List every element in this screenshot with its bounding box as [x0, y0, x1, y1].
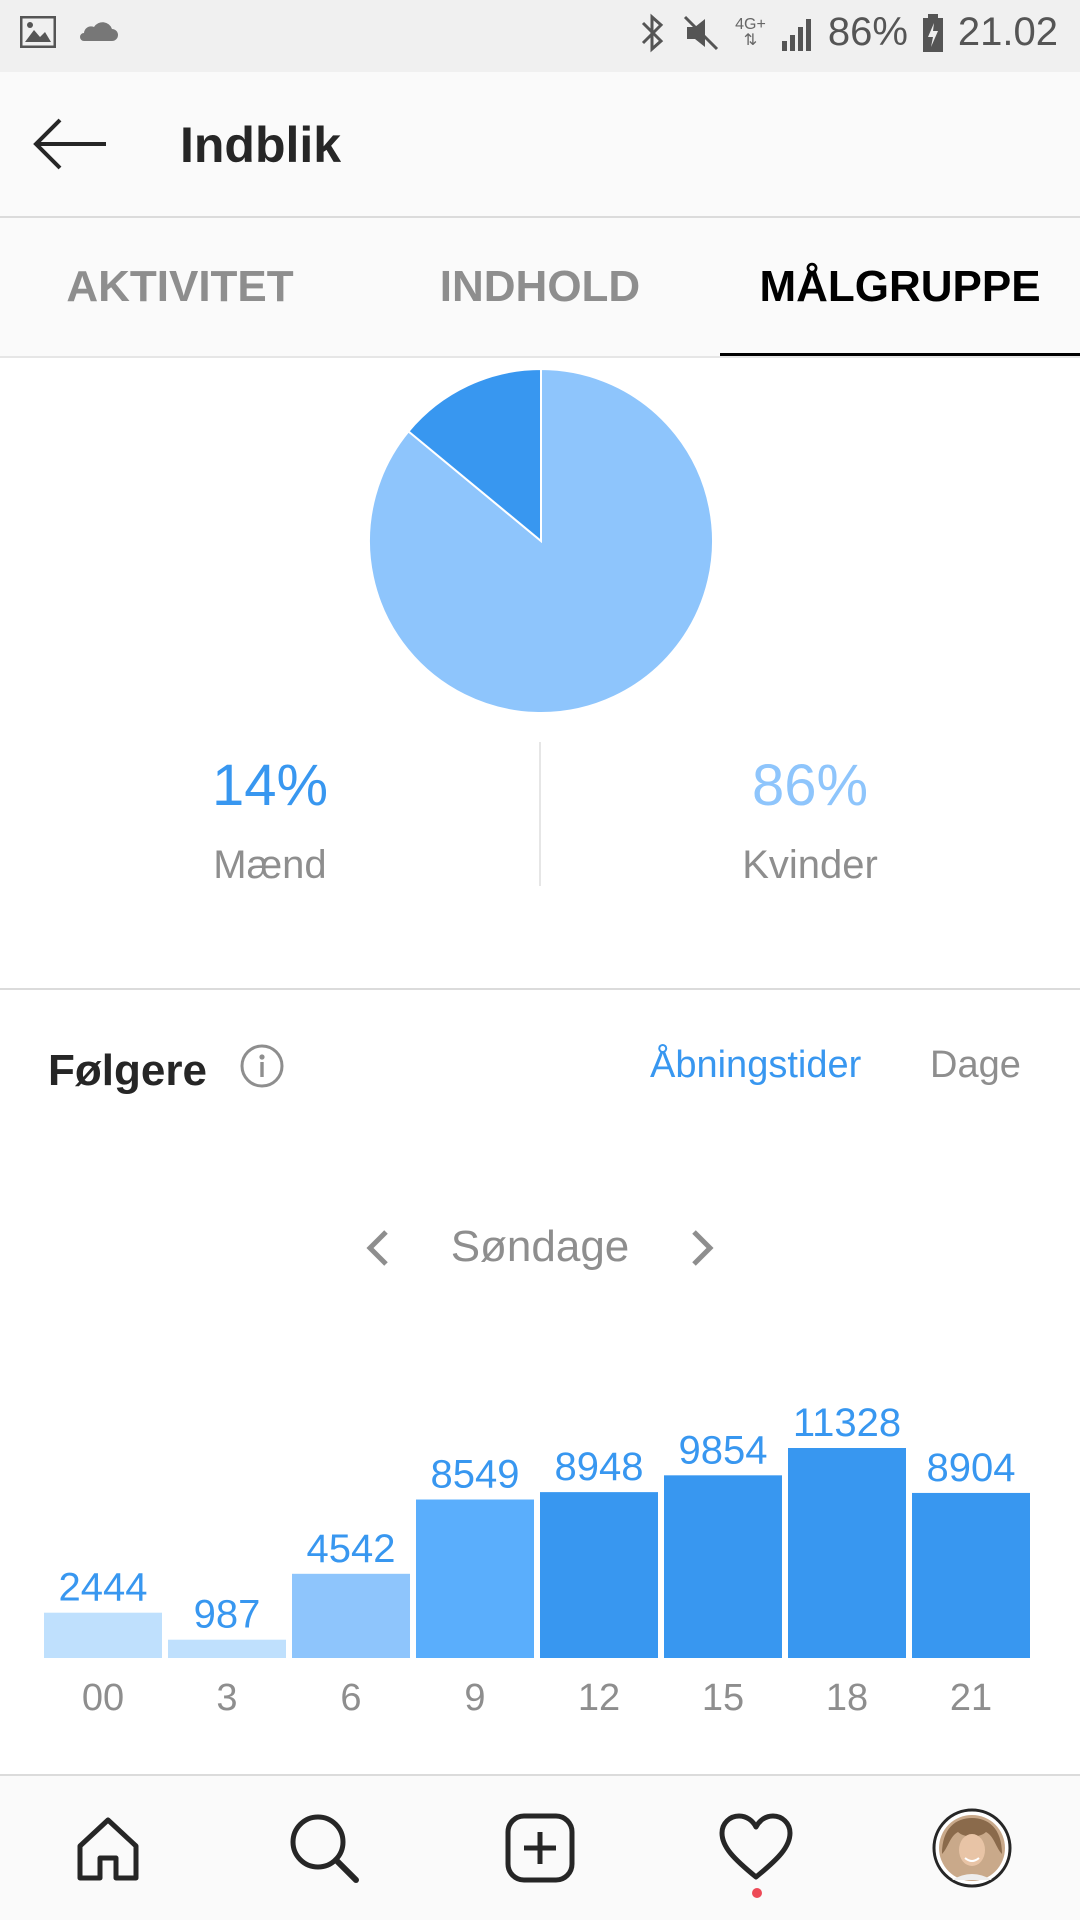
bar-00 — [44, 1612, 162, 1658]
info-icon[interactable] — [240, 1044, 284, 1088]
opening-hours-link[interactable]: Åbningstider — [650, 1044, 861, 1087]
bluetooth-icon — [642, 13, 664, 52]
nav-add[interactable] — [498, 1806, 582, 1890]
x-tick-label: 12 — [578, 1677, 620, 1719]
battery-percent: 86% — [827, 10, 908, 54]
men-percent: 14% — [211, 753, 329, 818]
notification-dot — [752, 1888, 762, 1898]
search-icon — [290, 1814, 359, 1883]
battery-icon — [922, 13, 943, 52]
x-tick-label: 9 — [464, 1677, 485, 1719]
signal-icon — [781, 18, 811, 51]
bar-18 — [788, 1448, 906, 1658]
men-stat: 14% Mænd — [50, 752, 490, 888]
x-tick-label: 21 — [950, 1677, 992, 1719]
women-percent: 86% — [751, 753, 869, 818]
clock: 21.02 — [957, 10, 1058, 54]
bar-value-label: 8549 — [431, 1453, 520, 1497]
men-label: Mænd — [213, 843, 327, 887]
bar-value-label: 987 — [194, 1593, 261, 1637]
bar-value-label: 4542 — [307, 1527, 396, 1571]
stat-divider — [539, 742, 541, 886]
bar-value-label: 2444 — [59, 1566, 148, 1610]
bar-value-label: 11328 — [793, 1401, 901, 1445]
cloud-icon — [80, 22, 118, 41]
mute-icon — [684, 15, 719, 50]
page-title: Indblik — [180, 117, 342, 173]
bar-9 — [416, 1499, 534, 1658]
nav-home[interactable] — [66, 1806, 150, 1890]
followers-title: Følgere — [48, 1046, 207, 1095]
add-post-icon — [505, 1813, 575, 1883]
bar-value-label: 8948 — [555, 1445, 644, 1489]
tab-aktivitet[interactable]: AKTIVITET — [0, 218, 360, 356]
days-link[interactable]: Dage — [930, 1044, 1021, 1087]
gallery-icon — [20, 16, 56, 48]
day-label: Søndage — [450, 1222, 630, 1271]
followers-bar-chart: 2444 00 987 3 4542 6 8549 9 8948 12 9854 15 11328 18 8… — [44, 1401, 1030, 1719]
women-label: Kvinder — [742, 843, 878, 887]
nav-profile[interactable] — [930, 1806, 1014, 1890]
app-header: Indblik — [0, 72, 1080, 218]
bar-6 — [292, 1573, 410, 1658]
bar-value-label: 9854 — [679, 1428, 768, 1472]
home-icon — [77, 1817, 139, 1881]
network-type: 4G+ — [735, 15, 766, 33]
nav-search[interactable] — [282, 1806, 366, 1890]
x-tick-label: 15 — [702, 1677, 744, 1719]
bottom-nav — [0, 1776, 1080, 1920]
heart-icon — [719, 1813, 793, 1880]
women-stat: 86% Kvinder — [590, 752, 1030, 888]
bar-21 — [912, 1492, 1030, 1658]
tab-malgruppe[interactable]: MÅLGRUPPE — [720, 218, 1080, 356]
x-tick-label: 00 — [82, 1677, 124, 1719]
x-tick-label: 18 — [826, 1677, 868, 1719]
nav-activity[interactable] — [714, 1806, 798, 1890]
bar-3 — [168, 1639, 286, 1658]
bar-value-label: 8904 — [927, 1446, 1016, 1490]
bar-12 — [540, 1492, 658, 1658]
section-divider — [0, 988, 1080, 990]
chevron-left-icon[interactable] — [360, 1224, 396, 1272]
status-bar: 4G+ ⇅ 86% 21.02 — [0, 0, 1080, 72]
gender-pie-chart — [368, 367, 714, 714]
profile-avatar — [932, 1808, 1012, 1888]
tab-bar: AKTIVITET INDHOLD MÅLGRUPPE — [0, 218, 1080, 358]
active-tab-indicator — [720, 353, 1080, 356]
back-arrow-icon[interactable] — [30, 114, 110, 174]
x-tick-label: 6 — [340, 1677, 361, 1719]
chevron-right-icon[interactable] — [684, 1224, 720, 1272]
tab-indhold[interactable]: INDHOLD — [360, 218, 720, 356]
x-tick-label: 3 — [216, 1677, 237, 1719]
bar-15 — [664, 1475, 782, 1658]
